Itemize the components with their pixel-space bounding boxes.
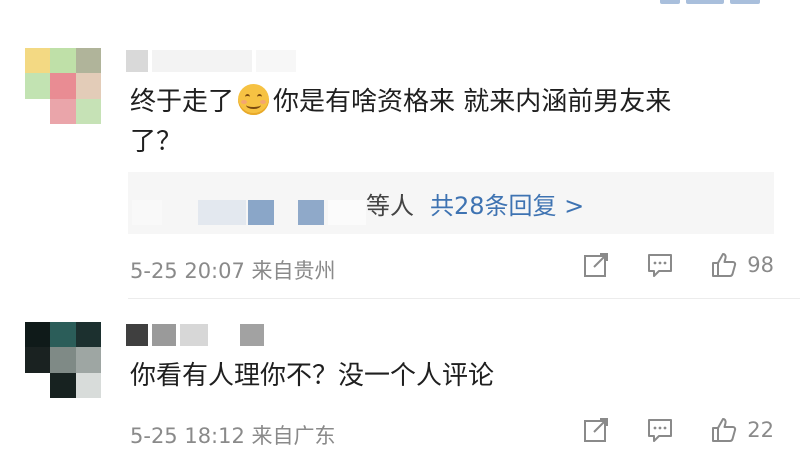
- avatar[interactable]: [25, 48, 101, 124]
- reply-users-suffix: 等人: [366, 192, 414, 220]
- username-blurred[interactable]: [126, 324, 264, 346]
- like-count: 22: [747, 418, 774, 442]
- like-icon[interactable]: [711, 417, 737, 443]
- share-icon[interactable]: [583, 252, 609, 278]
- share-icon[interactable]: [583, 417, 609, 443]
- comment-actions: 22: [583, 417, 774, 443]
- like-count: 98: [747, 253, 774, 277]
- like-icon[interactable]: [711, 252, 737, 278]
- comment-item: 你看有人理你不？没一个人评论 5-25 18:12 来自广东 22: [0, 300, 800, 463]
- comment-actions: 98: [583, 252, 774, 278]
- comment-item: 终于走了 你是有啥资格来 就来内涵前男友来 了？ 等人 共28条回复 > 5-25…: [0, 0, 800, 300]
- reply-summary-box[interactable]: 等人 共28条回复 >: [128, 172, 774, 234]
- comment-time-location: 5-25 20:07 来自贵州: [130, 259, 336, 283]
- comment-divider: [128, 298, 800, 299]
- view-replies-link[interactable]: 共28条回复 >: [430, 186, 584, 221]
- comment-text: 你看有人理你不？没一个人评论: [130, 361, 495, 391]
- comment-text: 终于走了 你是有啥资格来 就来内涵前男友来 了？: [130, 82, 750, 162]
- username-blurred[interactable]: [126, 50, 296, 72]
- smile-emoji-icon: [238, 84, 270, 115]
- comment-icon[interactable]: [647, 252, 673, 278]
- comment-icon[interactable]: [647, 417, 673, 443]
- comment-time-location: 5-25 18:12 来自广东: [130, 424, 336, 448]
- avatar[interactable]: [25, 322, 101, 398]
